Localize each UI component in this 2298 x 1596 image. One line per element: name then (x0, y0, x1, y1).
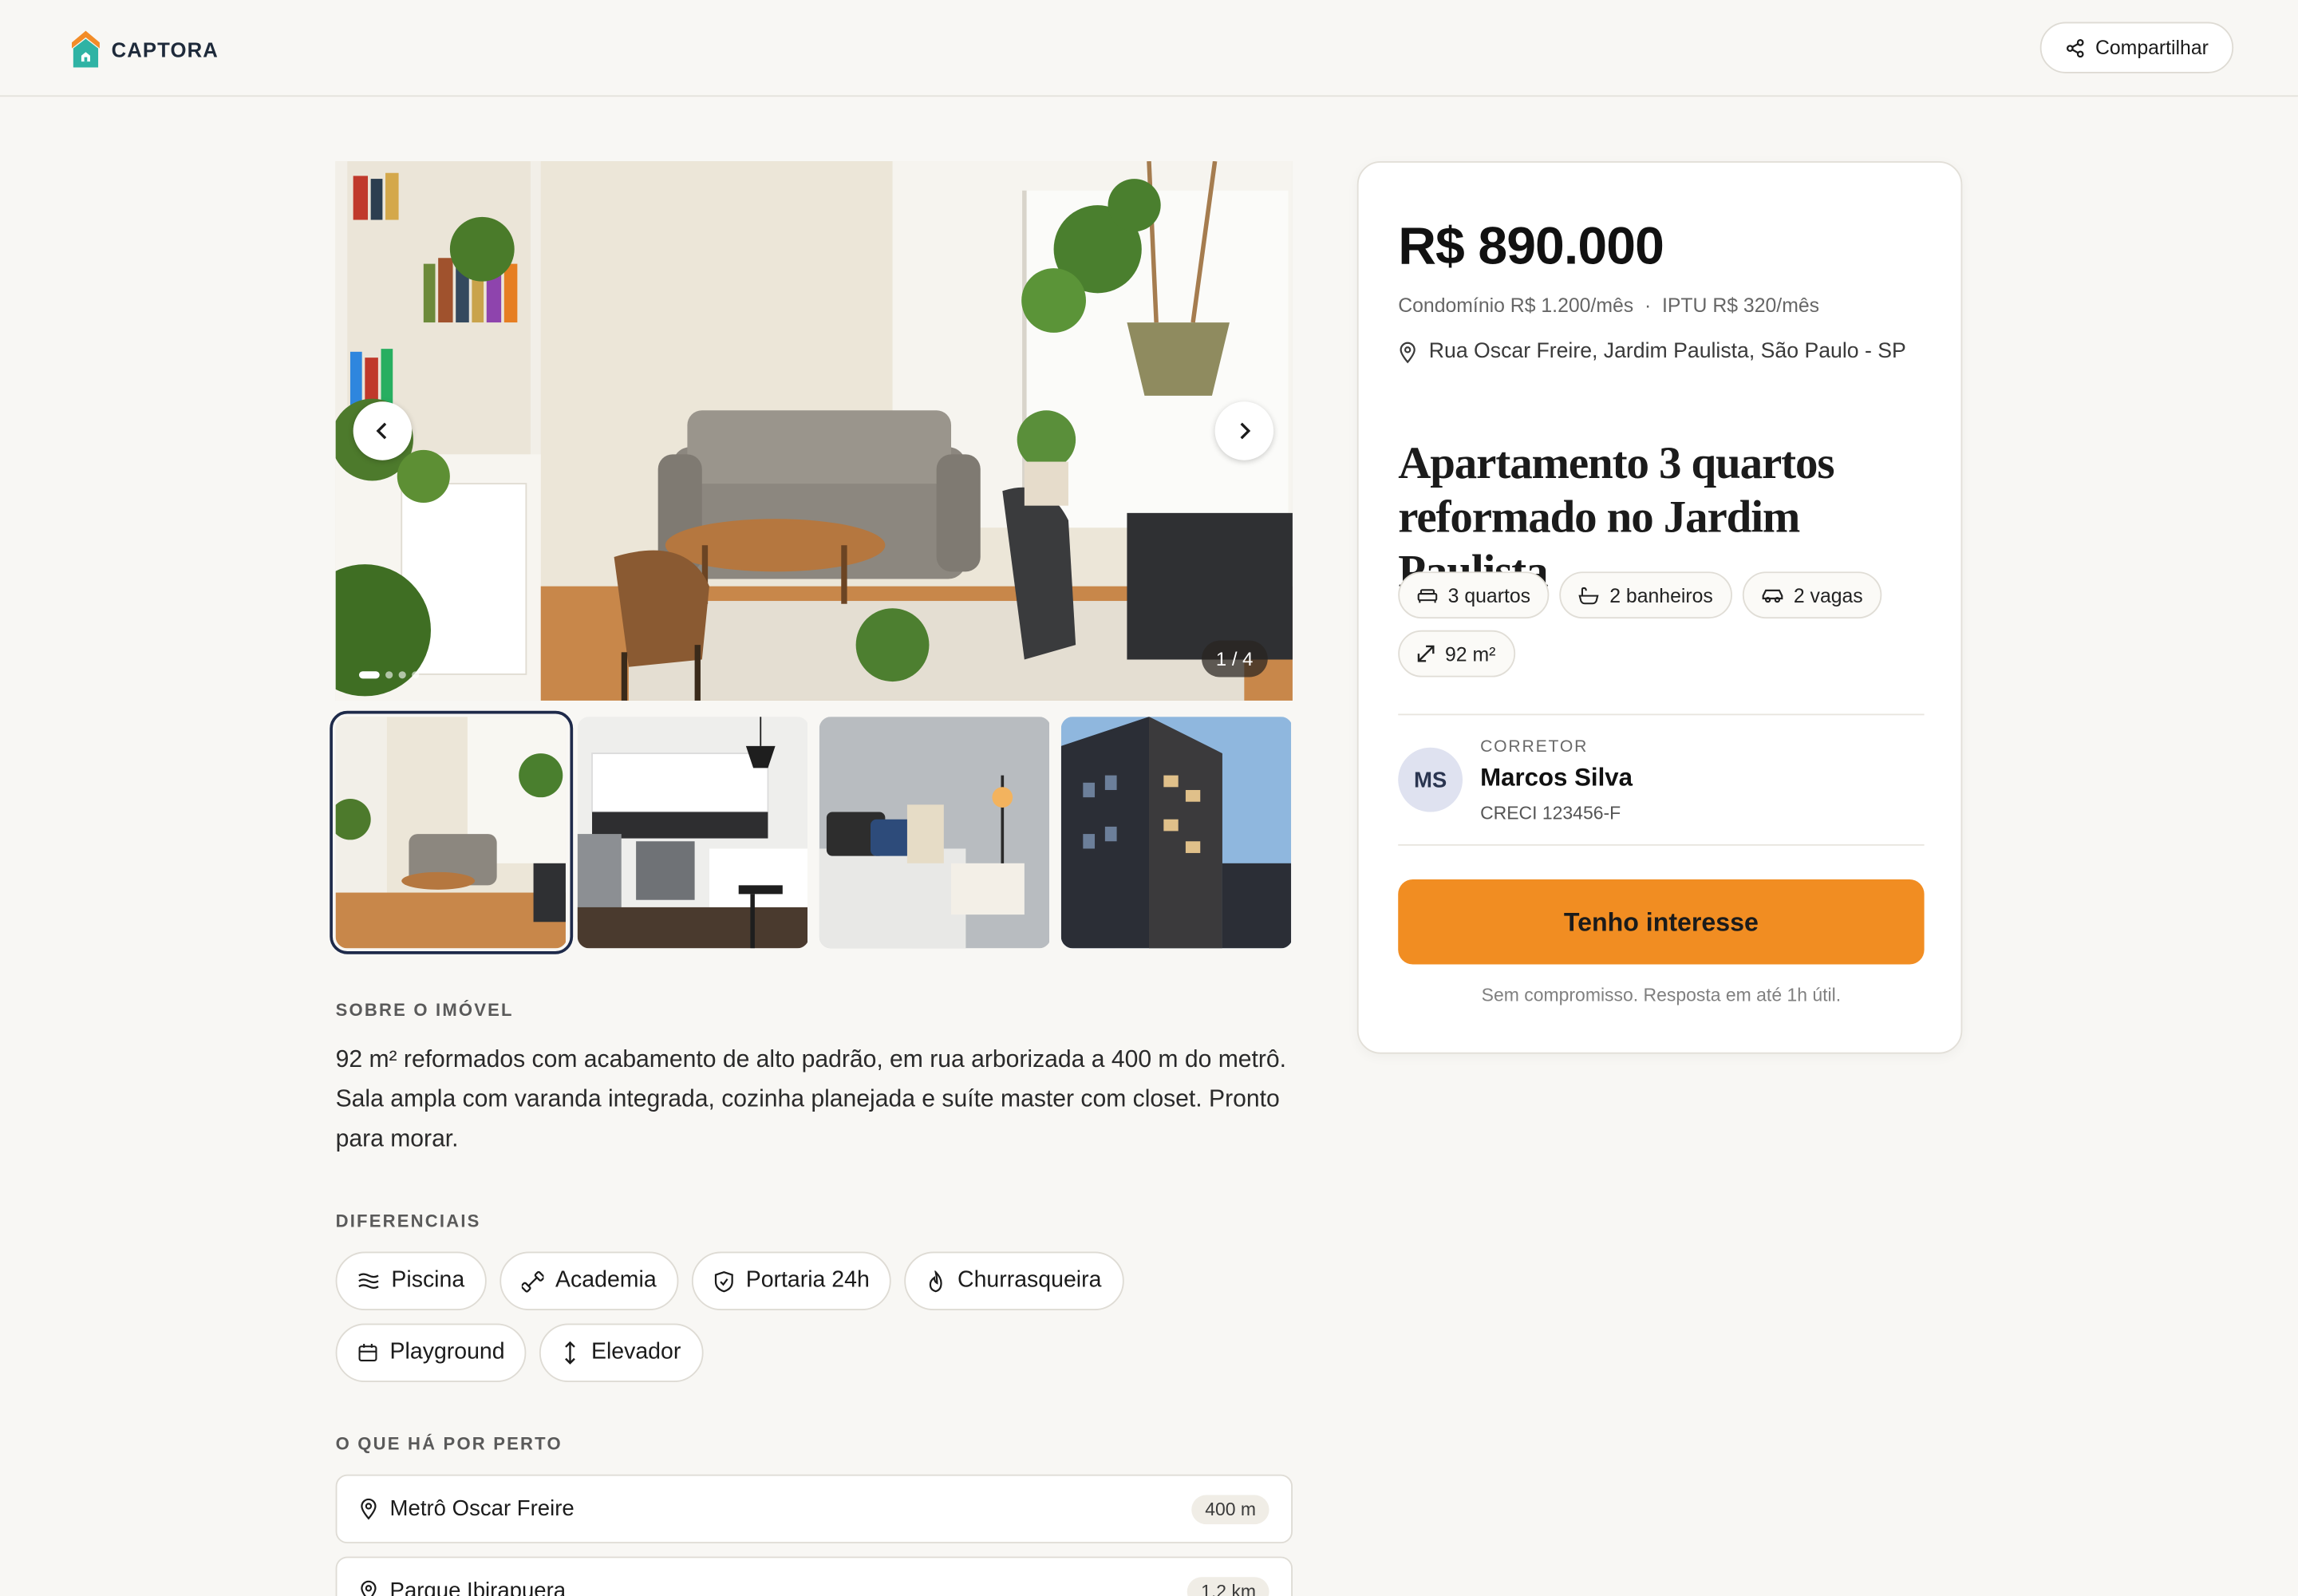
gallery-next-button[interactable] (1214, 401, 1274, 460)
broker-name: Marcos Silva (1480, 763, 1633, 792)
house-logo-icon (71, 30, 100, 68)
bedroom-thumb-image (819, 717, 1050, 949)
calendar-icon (358, 1344, 377, 1361)
spec-label: 92 m² (1444, 642, 1496, 665)
location-pin-icon (361, 1580, 377, 1596)
kitchen-thumb-image (577, 717, 808, 949)
nearby-distance: 1,2 km (1187, 1576, 1269, 1596)
gallery-prev-button[interactable] (353, 401, 413, 460)
about-heading: SOBRE O IMÓVEL (335, 999, 514, 1021)
spec-label: 2 vagas (1793, 583, 1863, 606)
bed-icon (1417, 589, 1438, 603)
updown-arrow-icon (565, 1341, 576, 1365)
nearby-distance: 400 m (1191, 1494, 1269, 1524)
gallery-counter: 1 / 4 (1201, 640, 1268, 678)
amenity-playground: Playground (335, 1323, 527, 1383)
amenity-label: Elevador (590, 1339, 681, 1365)
avatar: MS (1398, 747, 1463, 812)
listing-address: Rua Oscar Freire, Jardim Paulista, São P… (1398, 336, 1925, 368)
amenity-elevador: Elevador (539, 1323, 703, 1383)
divider (1398, 843, 1925, 846)
divider (1398, 713, 1925, 716)
wave-icon (358, 1273, 379, 1290)
area-icon (1417, 645, 1435, 662)
amenity-churrasqueira: Churrasqueira (904, 1251, 1123, 1311)
chevron-right-icon (1240, 422, 1251, 440)
broker-role: CORRETOR (1480, 738, 1589, 757)
spec-bathrooms: 2 banheiros (1559, 571, 1732, 619)
thumbnail-bedroom[interactable] (819, 717, 1051, 949)
share-icon (2066, 38, 2084, 57)
photo-gallery[interactable]: 1 / 4 (335, 161, 1293, 701)
flame-icon (930, 1270, 943, 1292)
nearby-item[interactable]: Parque Ibirapuera 1,2 km (335, 1556, 1293, 1596)
thumbnail-kitchen[interactable] (577, 717, 809, 949)
gallery-dot-1[interactable] (358, 671, 380, 679)
listing-fees: Condomínio R$ 1.200/mês · IPTU R$ 320/mê… (1398, 294, 1820, 317)
gallery-dot-2[interactable] (385, 671, 393, 679)
bath-icon (1578, 587, 1600, 604)
shield-icon (714, 1270, 733, 1292)
chevron-left-icon (376, 422, 387, 440)
gallery-dot-4[interactable] (412, 671, 420, 679)
amenity-portaria: Portaria 24h (691, 1251, 892, 1311)
location-pin-icon (1400, 342, 1416, 364)
nearby-heading: O QUE HÁ POR PERTO (335, 1433, 563, 1455)
amenity-label: Piscina (391, 1267, 465, 1293)
address-text: Rua Oscar Freire, Jardim Paulista, São P… (1428, 340, 1906, 364)
brand-name: CAPTORA (111, 37, 219, 61)
building-thumb-image (1060, 717, 1292, 949)
amenity-piscina: Piscina (335, 1251, 487, 1311)
amenities-heading: DIFERENCIAIS (335, 1211, 481, 1231)
spec-label: 2 banheiros (1609, 583, 1713, 606)
living-room-photo (335, 161, 1293, 701)
nearby-name: Parque Ibirapuera (389, 1578, 567, 1596)
logo[interactable]: CAPTORA (70, 30, 219, 69)
amenity-academia: Academia (499, 1251, 679, 1311)
spec-chips: 3 quartos 2 banheiros 2 vagas 92 m² (1398, 571, 1925, 678)
broker-creci: CRECI 123456-F (1480, 803, 1621, 824)
gallery-dots (358, 671, 420, 679)
top-bar: CAPTORA Compartilhar (0, 0, 2298, 97)
cta-note: Sem compromisso. Resposta em até 1h útil… (1481, 985, 1842, 1005)
amenity-label: Portaria 24h (745, 1267, 870, 1293)
interest-button[interactable]: Tenho interesse (1398, 879, 1925, 965)
spec-label: 3 quartos (1447, 583, 1531, 606)
spec-bedrooms: 3 quartos (1398, 571, 1550, 619)
share-button[interactable]: Compartilhar (2039, 22, 2234, 73)
nearby-item[interactable]: Metrô Oscar Freire 400 m (335, 1474, 1293, 1544)
amenities-list: Piscina Academia Portaria 24h Churrasque… (335, 1251, 1303, 1383)
spec-parking: 2 vagas (1742, 571, 1882, 619)
about-text: 92 m² reformados com acabamento de alto … (335, 1046, 1287, 1152)
location-pin-icon (361, 1498, 377, 1520)
living-room-thumb-image (335, 717, 566, 949)
thumbnail-living-room[interactable] (330, 710, 574, 954)
share-label: Compartilhar (2095, 36, 2209, 59)
listing-price: R$ 890.000 (1398, 215, 1664, 276)
thumbnail-building[interactable] (1060, 717, 1293, 949)
amenity-label: Playground (389, 1339, 505, 1365)
listing-card: R$ 890.000 Condomínio R$ 1.200/mês · IPT… (1356, 161, 1963, 1054)
car-icon (1762, 588, 1783, 602)
thumbnail-strip (330, 710, 1293, 954)
spec-area: 92 m² (1398, 630, 1515, 678)
dumbbell-icon (521, 1270, 544, 1292)
nearby-name: Metrô Oscar Freire (389, 1496, 574, 1522)
gallery-dot-3[interactable] (398, 671, 406, 679)
amenity-label: Academia (555, 1267, 657, 1293)
amenity-label: Churrasqueira (958, 1267, 1102, 1293)
